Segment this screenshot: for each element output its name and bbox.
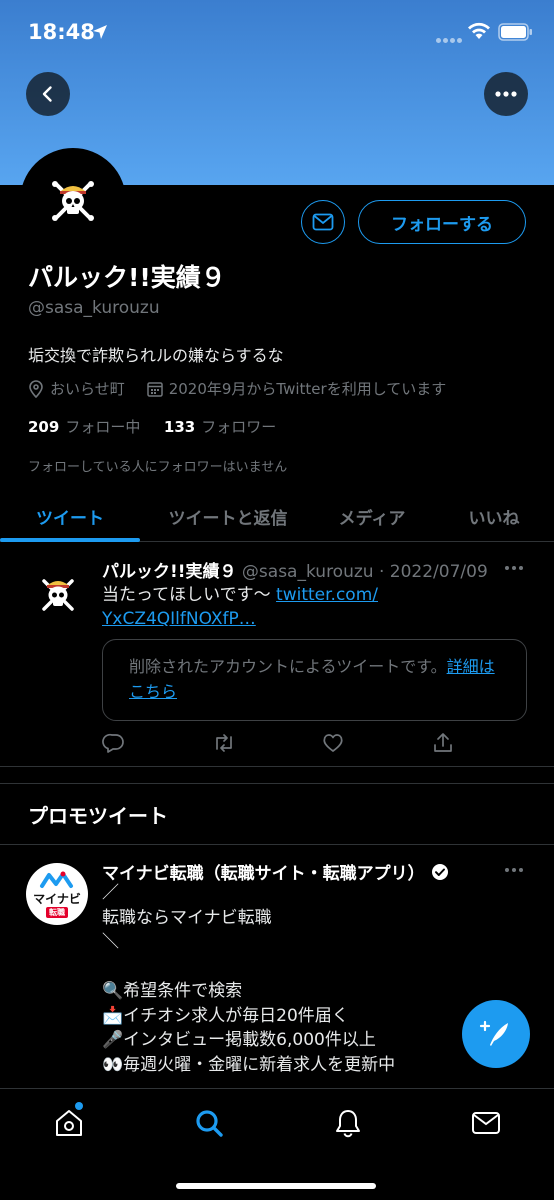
- tweet-author-name[interactable]: パルック!!実績９: [102, 562, 237, 582]
- followers-link[interactable]: 133 フォロワー: [164, 418, 276, 436]
- profile-location: おいらせ町: [50, 380, 125, 398]
- tweet-avatar-skull-icon: [42, 579, 74, 611]
- promo-line: 👀毎週火曜・金曜に新着求人を更新中: [102, 1054, 396, 1075]
- profile-avatar[interactable]: [20, 148, 126, 254]
- skull-crossbones-icon: [52, 181, 94, 221]
- tab-tweets[interactable]: ツイート: [0, 490, 140, 542]
- promo-line: 🎤インタビュー掲載数6,000件以上: [102, 1030, 376, 1050]
- home-icon[interactable]: [53, 1107, 85, 1139]
- promo-line: [102, 955, 395, 980]
- follow-counts: 209 フォロー中 133 フォロワー: [28, 416, 276, 437]
- promo-line: 📩イチオシ求人が毎日20件届く: [102, 1005, 349, 1026]
- tweet-text: 当たってほしいです～ twitter.com/ YxCZ4QIlfNOXfP…: [102, 583, 502, 631]
- promoted-section-title: プロモツイート: [28, 804, 168, 828]
- status-bar: 18:48: [0, 0, 554, 66]
- home-indicator: [176, 1183, 376, 1189]
- promo-line: ＼: [102, 932, 119, 952]
- active-tab-indicator: [0, 538, 140, 542]
- signal-icon: [436, 28, 464, 47]
- tweet-actions: [102, 731, 452, 757]
- profile-tabs: ツイート ツイートと返信 メディア いいね: [0, 490, 554, 542]
- mail-icon: [312, 213, 334, 231]
- tab-tweets-and-replies[interactable]: ツイートと返信: [150, 490, 306, 542]
- retweet-icon[interactable]: [212, 731, 236, 755]
- tweet-body: 当たってほしいです～: [102, 585, 277, 605]
- profile-name: パルック!!実績９: [28, 263, 226, 292]
- promo-text: ／ 転職ならマイナビ転職 ＼ 🔍希望条件で検索 📩イチオシ求人が毎日20件届く …: [102, 881, 395, 1077]
- tab-likes[interactable]: いいね: [448, 490, 540, 542]
- share-icon[interactable]: [431, 731, 455, 755]
- promo-more-icon[interactable]: [504, 867, 524, 873]
- location-pin-icon: [29, 379, 43, 398]
- more-dots-icon: [495, 91, 517, 97]
- promo-avatar-badge: 転職: [46, 906, 68, 918]
- mail-icon[interactable]: [470, 1107, 502, 1139]
- follow-button[interactable]: フォローする: [358, 200, 526, 244]
- verified-badge-icon: [431, 863, 448, 880]
- home-notification-dot: [75, 1102, 83, 1110]
- following-count: 209: [28, 418, 60, 436]
- status-time: 18:48: [28, 20, 95, 44]
- like-icon[interactable]: [321, 731, 345, 755]
- tweet-author-handle: @sasa_kurouzu: [241, 562, 374, 582]
- location-arrow-icon: [93, 25, 107, 39]
- compose-tweet-button[interactable]: [462, 1000, 530, 1068]
- profile-handle: @sasa_kurouzu: [28, 298, 160, 318]
- calendar-icon: [146, 381, 163, 397]
- tweet-header: パルック!!実績９ @sasa_kurouzu · 2022/07/09: [102, 557, 488, 582]
- message-button[interactable]: [301, 200, 345, 244]
- more-options-button[interactable]: [484, 72, 528, 116]
- mynavi-logo-icon: [40, 871, 73, 888]
- promo-line: ／: [102, 883, 119, 903]
- profile-joined: 2020年9月からTwitterを利用しています: [168, 380, 447, 398]
- search-icon[interactable]: [193, 1107, 225, 1139]
- profile-meta: おいらせ町 2020年9月からTwitterを利用しています: [28, 378, 446, 399]
- promo-line: 転職ならマイナビ転職: [102, 907, 272, 928]
- tweet-link[interactable]: twitter.com/: [276, 585, 378, 605]
- promo-line: 🔍希望条件で検索: [102, 981, 243, 1001]
- tweet-item[interactable]: パルック!!実績９ @sasa_kurouzu · 2022/07/09 当たっ…: [0, 543, 554, 767]
- battery-icon: [498, 23, 532, 41]
- section-divider: [0, 768, 554, 784]
- followers-count: 133: [163, 418, 196, 436]
- deleted-notice-text: 削除されたアカウントによるツイートです。: [129, 657, 447, 676]
- bell-icon[interactable]: [332, 1107, 364, 1139]
- wifi-icon: [468, 22, 490, 39]
- following-label: フォロー中: [65, 418, 141, 436]
- chevron-left-icon: [42, 86, 52, 102]
- profile-bio: 垢交換で詐欺られルの嫌ならするな: [28, 346, 284, 365]
- tweet-link-continued[interactable]: YxCZ4QIlfNOXfP…: [102, 609, 256, 629]
- no-mutual-followers-note: フォローしている人にフォロワーはいません: [28, 460, 288, 475]
- reply-icon[interactable]: [102, 731, 126, 755]
- back-button[interactable]: [26, 72, 70, 116]
- tweet-date: · 2022/07/09: [378, 562, 488, 582]
- followers-label: フォロワー: [201, 418, 277, 436]
- tab-media[interactable]: メディア: [316, 490, 428, 542]
- compose-feather-icon: [479, 1020, 508, 1046]
- promo-avatar-text: マイナビ: [33, 891, 81, 906]
- tweet-more-icon[interactable]: [504, 565, 524, 571]
- deleted-tweet-notice: 削除されたアカウントによるツイートです。詳細はこちら: [102, 639, 527, 721]
- following-link[interactable]: 209 フォロー中: [28, 418, 140, 436]
- promo-avatar[interactable]: マイナビ 転職: [26, 863, 88, 925]
